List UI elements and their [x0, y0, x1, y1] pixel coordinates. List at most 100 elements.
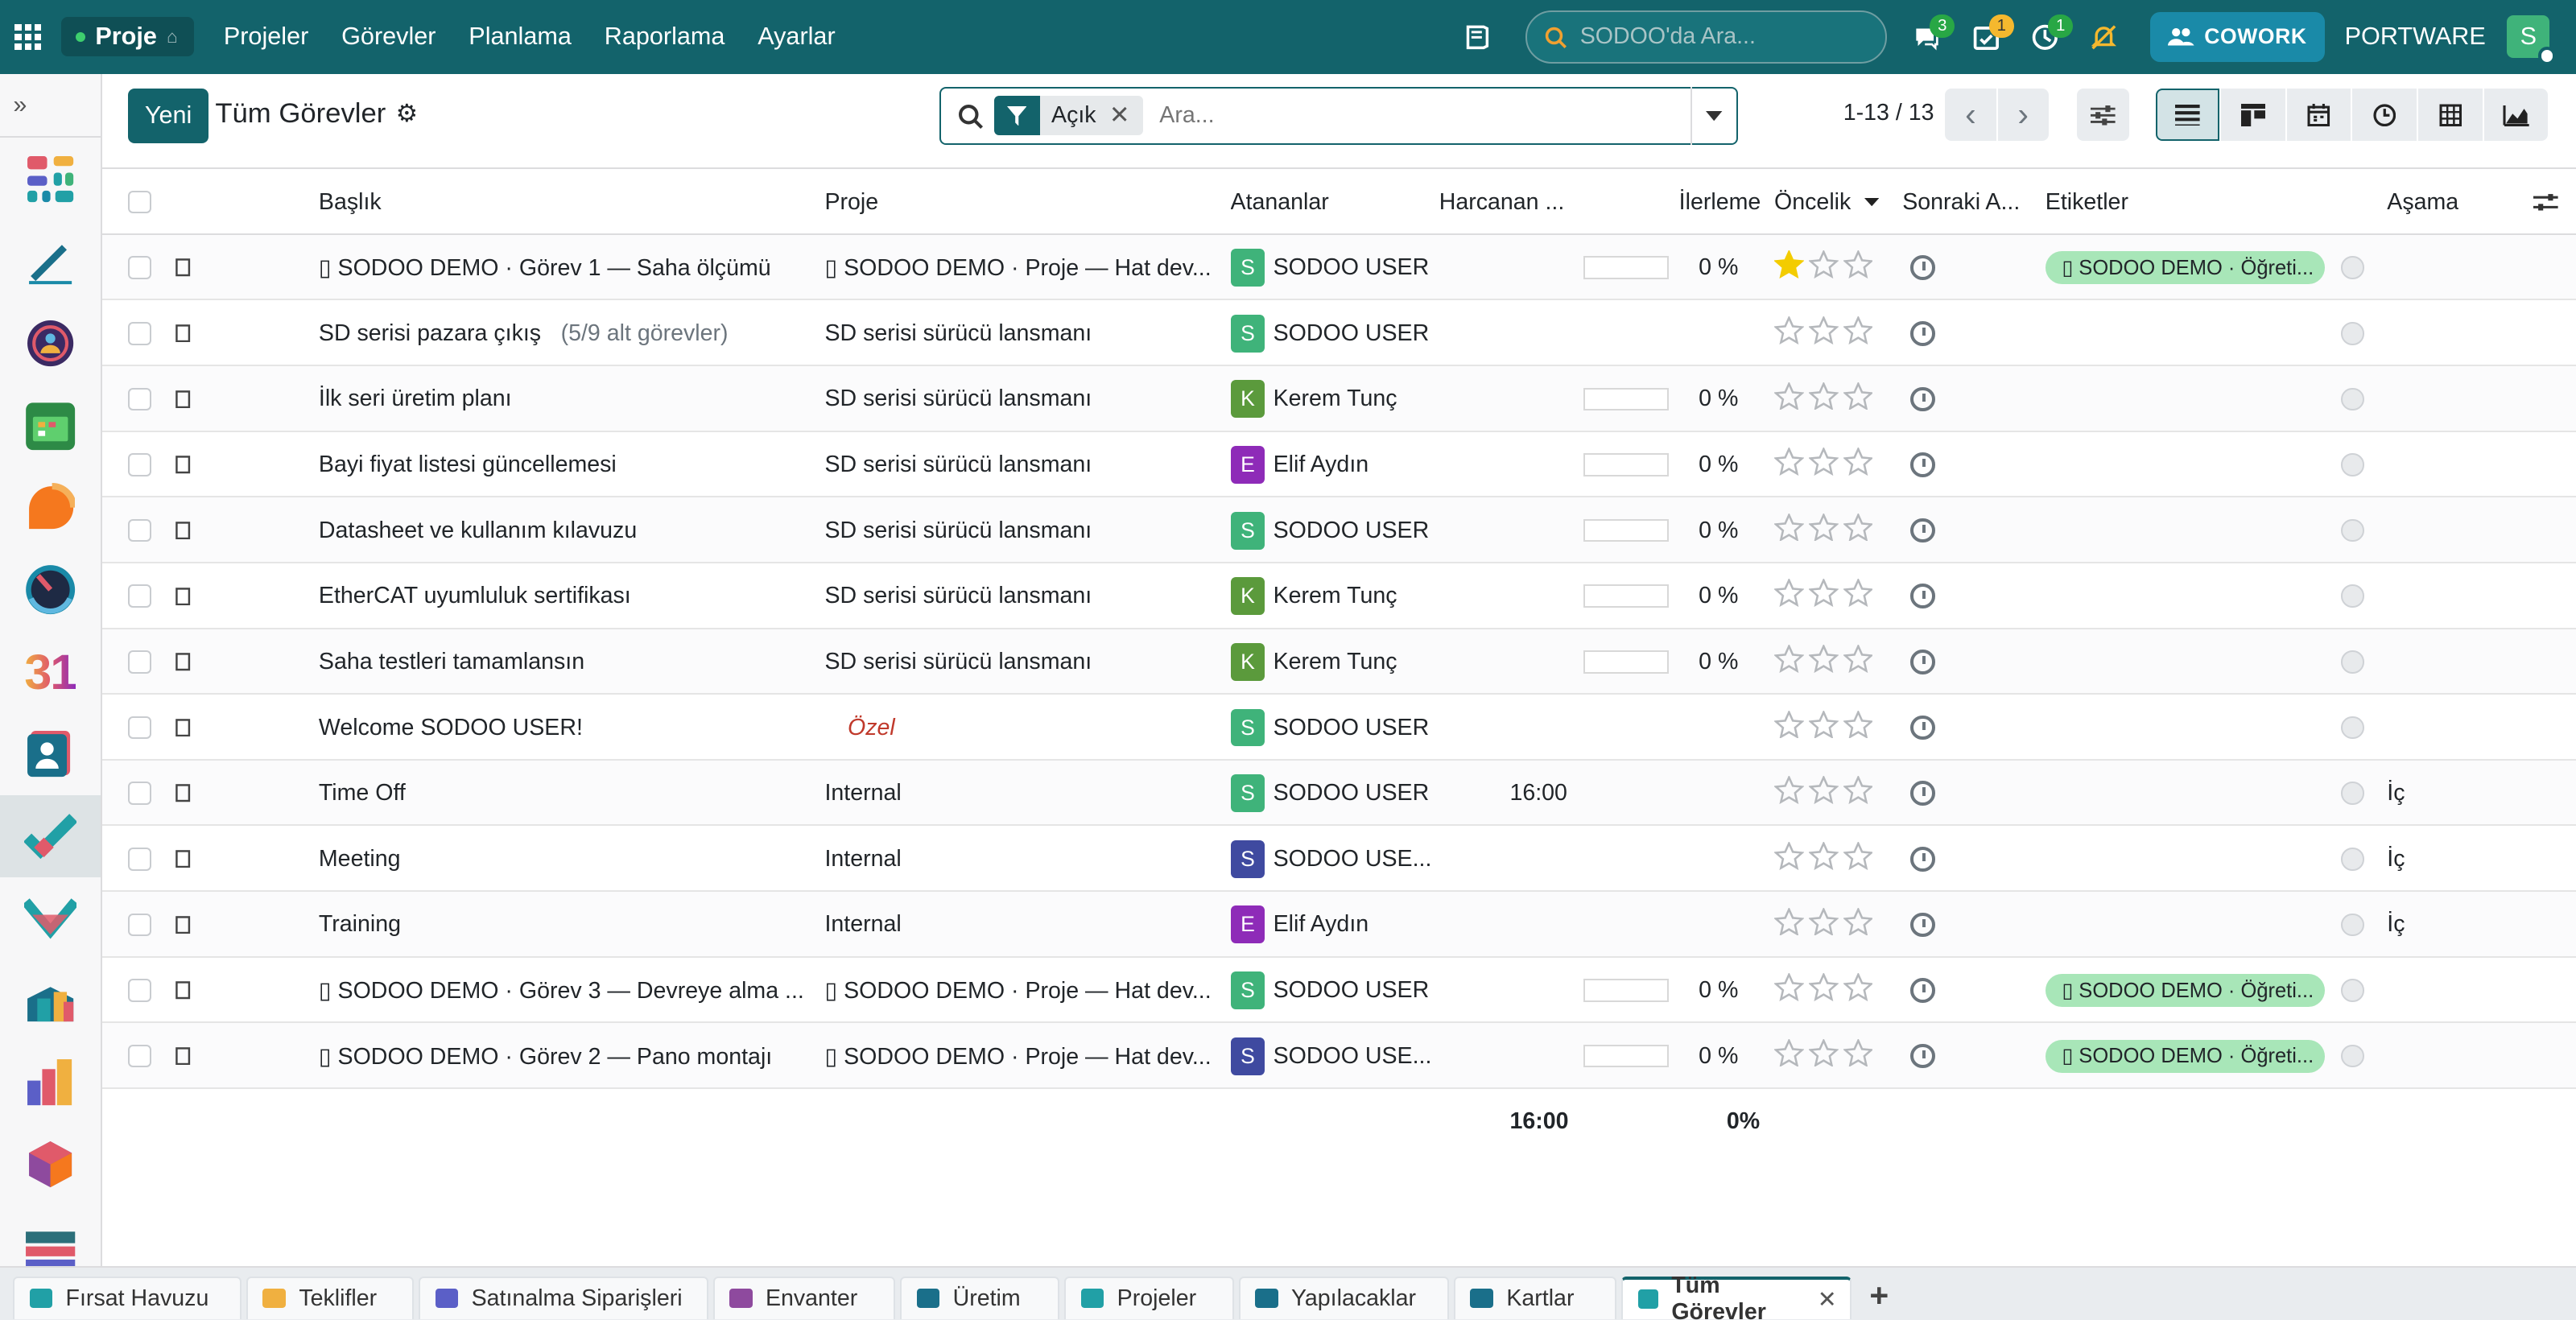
- search-input[interactable]: [1159, 102, 1690, 130]
- star-icon[interactable]: [1842, 840, 1873, 877]
- global-search-input[interactable]: SODOO'da Ara...: [1525, 10, 1888, 64]
- star-icon[interactable]: [1842, 446, 1873, 482]
- menu-item-4[interactable]: Ayarlar: [741, 23, 852, 51]
- star-icon[interactable]: [1774, 906, 1805, 943]
- sidebar-app-planning-icon[interactable]: 31: [0, 631, 101, 713]
- star-icon[interactable]: [1842, 249, 1873, 285]
- activities-icon[interactable]: 1: [1956, 0, 2015, 74]
- sidebar-toggle-icon[interactable]: »: [0, 74, 101, 138]
- kanban-state-icon[interactable]: [2341, 716, 2364, 740]
- bottom-tab-1[interactable]: Teklifler: [246, 1276, 415, 1319]
- star-icon[interactable]: [1807, 512, 1839, 548]
- row-checkbox[interactable]: [128, 847, 151, 871]
- company-switcher[interactable]: PORTWARE: [2345, 23, 2486, 51]
- column-header-title[interactable]: Başlık: [319, 169, 382, 235]
- star-icon[interactable]: [1774, 1037, 1805, 1074]
- bottom-tab-2[interactable]: Satınalma Siparişleri: [419, 1276, 708, 1319]
- priority-stars[interactable]: [1774, 906, 1873, 943]
- menu-item-2[interactable]: Planlama: [452, 23, 588, 51]
- new-button[interactable]: Yeni: [128, 89, 209, 143]
- add-tab-button[interactable]: +: [1869, 1277, 1889, 1314]
- star-icon[interactable]: [1807, 774, 1839, 811]
- kanban-state-icon[interactable]: [2341, 453, 2364, 476]
- column-settings-button[interactable]: [2076, 89, 2129, 142]
- activity-clock-icon[interactable]: [1910, 715, 1936, 740]
- bottom-tab-3[interactable]: Envanter: [712, 1276, 896, 1319]
- notification-off-icon[interactable]: [2074, 0, 2133, 74]
- priority-stars[interactable]: [1774, 578, 1873, 613]
- pager-value[interactable]: 1-13 / 13: [1843, 100, 1934, 126]
- column-header-tags[interactable]: Etiketler: [2046, 169, 2128, 235]
- table-row[interactable]: ▯ SODOO DEMO · Görev 3 — Devreye alma ..…: [101, 958, 2576, 1024]
- table-row[interactable]: Saha testleri tamamlansın SD serisi sürüc…: [101, 629, 2576, 695]
- table-row[interactable]: Welcome SODOO USER! Özel S SODOO USER: [101, 695, 2576, 761]
- table-row[interactable]: Time Off Internal S SODOO USER 16:00 İç: [101, 760, 2576, 827]
- facet-remove-icon[interactable]: ✕: [1109, 101, 1143, 130]
- priority-stars[interactable]: [1774, 315, 1873, 351]
- star-icon[interactable]: [1842, 643, 1873, 679]
- table-row[interactable]: Meeting Internal S SODOO USE... İç: [101, 826, 2576, 893]
- bottom-tab-4[interactable]: Üretim: [900, 1276, 1060, 1319]
- star-icon[interactable]: [1807, 971, 1839, 1008]
- activity-clock-icon[interactable]: [1910, 650, 1936, 674]
- star-icon[interactable]: [1807, 1037, 1839, 1074]
- star-icon[interactable]: [1842, 315, 1873, 351]
- column-header-next-activity[interactable]: Sonraki A...: [1902, 169, 2033, 235]
- bottom-tab-8[interactable]: Tüm Görevler ✕: [1621, 1273, 1852, 1320]
- star-icon[interactable]: [1842, 906, 1873, 943]
- row-checkbox[interactable]: [128, 453, 151, 476]
- avatar[interactable]: S: [1230, 314, 1265, 353]
- activity-clock-icon[interactable]: [1910, 584, 1936, 609]
- bottom-tab-6[interactable]: Yapılacaklar: [1238, 1276, 1449, 1319]
- avatar[interactable]: S: [1230, 774, 1265, 813]
- activity-clock-icon[interactable]: [1910, 1043, 1936, 1069]
- kanban-state-icon[interactable]: [2341, 782, 2364, 805]
- star-icon[interactable]: [1842, 709, 1873, 745]
- star-icon[interactable]: [1842, 774, 1873, 811]
- sidebar-app-community-icon[interactable]: [0, 302, 101, 384]
- priority-stars[interactable]: [1774, 1037, 1873, 1074]
- avatar[interactable]: S: [1230, 511, 1265, 550]
- table-row[interactable]: EtherCAT uyumluluk sertifikası SD serisi …: [101, 563, 2576, 629]
- close-tab-icon[interactable]: ✕: [1818, 1285, 1837, 1314]
- column-header-stage[interactable]: Aşama: [2387, 169, 2458, 235]
- star-icon[interactable]: [1807, 446, 1839, 482]
- kanban-state-icon[interactable]: [2341, 979, 2364, 1002]
- select-all-checkbox[interactable]: [128, 190, 151, 214]
- sidebar-app-dashboards-icon[interactable]: [0, 138, 101, 220]
- user-avatar[interactable]: S: [2507, 15, 2557, 65]
- priority-stars[interactable]: [1774, 381, 1873, 417]
- avatar[interactable]: S: [1230, 708, 1265, 747]
- pivot-view-button[interactable]: [2418, 89, 2483, 142]
- star-icon[interactable]: [1807, 643, 1839, 679]
- knowledge-book-icon[interactable]: [1447, 0, 1506, 74]
- star-icon[interactable]: [1774, 446, 1805, 482]
- sidebar-app-discuss-icon[interactable]: [0, 467, 101, 549]
- priority-stars[interactable]: [1774, 446, 1873, 482]
- optional-columns-icon[interactable]: [2533, 169, 2558, 235]
- list-view-button[interactable]: [2155, 89, 2220, 142]
- activity-clock-icon[interactable]: [1910, 452, 1936, 477]
- star-icon[interactable]: [1774, 381, 1805, 417]
- sidebar-app-sales-icon[interactable]: [0, 1042, 101, 1124]
- kanban-state-icon[interactable]: [2341, 584, 2364, 608]
- sidebar-app-contacts-icon[interactable]: [0, 713, 101, 795]
- bottom-tab-5[interactable]: Projeler: [1064, 1276, 1234, 1319]
- star-icon[interactable]: [1842, 971, 1873, 1008]
- apps-menu-icon[interactable]: [3, 0, 52, 74]
- avatar[interactable]: K: [1230, 380, 1265, 419]
- avatar[interactable]: S: [1230, 1037, 1265, 1075]
- row-checkbox[interactable]: [128, 321, 151, 345]
- filter-facet[interactable]: Açık ✕: [993, 96, 1143, 136]
- kanban-state-icon[interactable]: [2341, 1044, 2364, 1068]
- table-row[interactable]: ▯ SODOO DEMO · Görev 2 — Pano montajı ▯ S…: [101, 1023, 2576, 1089]
- priority-stars[interactable]: [1774, 840, 1873, 877]
- kanban-state-icon[interactable]: [2341, 650, 2364, 674]
- row-checkbox[interactable]: [128, 782, 151, 805]
- priority-stars[interactable]: [1774, 774, 1873, 811]
- pager-next-button[interactable]: ›: [1997, 89, 2049, 142]
- kanban-state-icon[interactable]: [2341, 387, 2364, 411]
- row-checkbox[interactable]: [128, 979, 151, 1002]
- star-icon[interactable]: [1774, 709, 1805, 745]
- table-row[interactable]: ▯ SODOO DEMO · Görev 1 — Saha ölçümü ▯ SO…: [101, 234, 2576, 301]
